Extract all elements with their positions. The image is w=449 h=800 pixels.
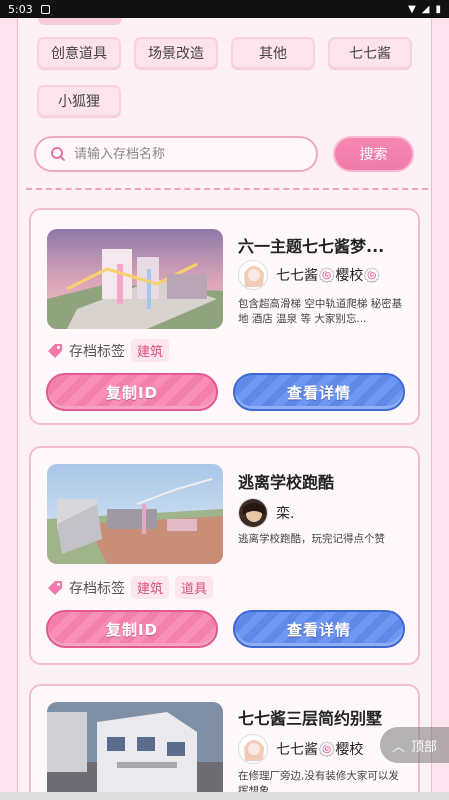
tag-button-other[interactable]: 其他: [231, 37, 315, 69]
copy-id-button[interactable]: 复制ID: [46, 610, 218, 648]
card-title[interactable]: 逃离学校跑酷: [238, 469, 334, 493]
card-title[interactable]: 七七酱三层简约别墅: [238, 705, 382, 729]
author-name: 七七酱🍥樱校: [276, 742, 364, 758]
card-author[interactable]: 七七酱🍥樱校: [238, 734, 363, 764]
tag-label-text: 存档标签: [69, 343, 125, 360]
tag-label: 创意道具: [51, 46, 107, 62]
view-details-label: 查看详情: [286, 620, 351, 639]
status-bar: 5:03 ▼ ◢ ▮: [0, 0, 449, 18]
tag-button-partial[interactable]: [38, 18, 122, 25]
search-icon: [51, 147, 65, 161]
tag-label: 七七酱: [349, 46, 391, 62]
save-card[interactable]: 七七酱三层简约别墅 七七酱🍥樱校 在修理厂旁边,没有装修大家可以发挥想象: [29, 684, 420, 800]
tag-chip-props: 道具: [175, 576, 214, 599]
wifi-icon: ▼: [408, 3, 416, 15]
tag-chip-building: 建筑: [131, 576, 170, 599]
card-thumbnail[interactable]: [47, 464, 223, 564]
view-details-button[interactable]: 查看详情: [233, 610, 405, 648]
tag-label: 小狐狸: [58, 94, 100, 110]
author-avatar: [238, 260, 268, 290]
save-card[interactable]: 逃离学校跑酷 栾. 逃离学校跑酷，玩完记得点个赞 存档标签 建筑 道具 复制ID…: [29, 446, 420, 665]
card-tag-row: 存档标签 建筑 道具: [47, 576, 214, 599]
card-thumbnail[interactable]: [47, 229, 223, 329]
dashed-divider: [26, 188, 428, 190]
tag-icon: [48, 580, 62, 595]
author-avatar: [238, 498, 268, 528]
chevron-up-icon: ︿: [392, 739, 406, 755]
card-author[interactable]: 栾.: [238, 498, 294, 528]
card-description: 逃离学校跑酷，玩完记得点个赞: [238, 533, 385, 545]
card-author[interactable]: 七七酱🍥樱校🍥: [238, 260, 381, 290]
back-to-top-label: 顶部: [411, 739, 438, 755]
author-name: 栾.: [276, 506, 295, 522]
card-tag-row: 存档标签 建筑: [47, 339, 170, 362]
view-details-label: 查看详情: [286, 383, 351, 402]
tag-button-fox[interactable]: 小狐狸: [37, 85, 121, 117]
tag-button-scene-remodel[interactable]: 场景改造: [134, 37, 218, 69]
card-thumbnail[interactable]: [47, 702, 223, 800]
copy-id-label: 复制ID: [105, 620, 159, 639]
tag-label: 其他: [259, 46, 287, 62]
view-details-button[interactable]: 查看详情: [233, 373, 405, 411]
copy-id-button[interactable]: 复制ID: [46, 373, 218, 411]
battery-icon: ▮: [435, 3, 441, 15]
tag-chip-building: 建筑: [131, 339, 170, 362]
status-time: 5:03: [8, 2, 33, 16]
tag-icon: [48, 343, 62, 358]
navigation-bar: [0, 792, 449, 800]
author-avatar: [238, 734, 268, 764]
back-to-top-button[interactable]: ︿ 顶部: [380, 727, 449, 763]
search-input[interactable]: [74, 146, 294, 162]
notification-icon: [40, 4, 50, 14]
tag-label-text: 存档标签: [69, 580, 125, 597]
search-button-label: 搜索: [359, 147, 388, 163]
signal-icon: ◢: [421, 3, 430, 15]
save-card[interactable]: 六一主题七七酱梦... 七七酱🍥樱校🍥 包含超高滑梯 空中轨道爬梯 秘密基地 酒…: [29, 208, 420, 425]
card-title[interactable]: 六一主题七七酱梦...: [238, 233, 384, 257]
copy-id-label: 复制ID: [105, 383, 159, 402]
tag-label: 场景改造: [148, 46, 204, 62]
search-box: [34, 136, 318, 172]
tag-button-creative-props[interactable]: 创意道具: [37, 37, 121, 69]
search-button[interactable]: 搜索: [333, 136, 414, 172]
tag-button-qiqijiang[interactable]: 七七酱: [328, 37, 412, 69]
author-name: 七七酱🍥樱校🍥: [276, 268, 381, 284]
card-description: 包含超高滑梯 空中轨道爬梯 秘密基地 酒店 温泉 等 大家别忘...: [238, 298, 403, 325]
